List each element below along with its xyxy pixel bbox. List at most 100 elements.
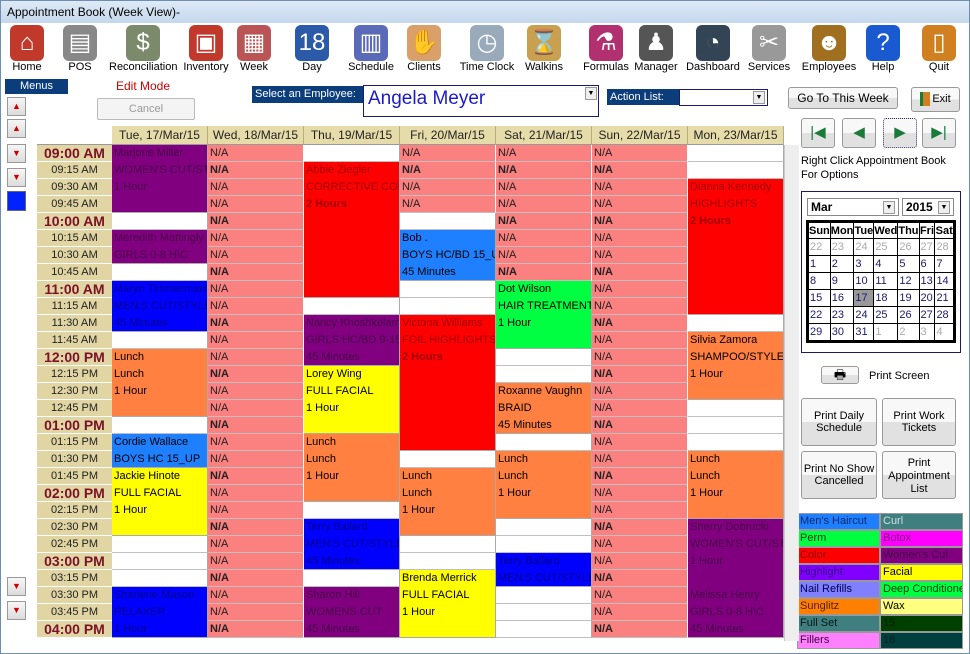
- day-header[interactable]: Mon, 23/Mar/15: [688, 126, 784, 145]
- unavailable-slot[interactable]: N/A: [208, 400, 304, 417]
- day-header[interactable]: Wed, 18/Mar/15: [208, 126, 304, 145]
- appointment-block[interactable]: Terry Ballard MEN'S CUT/STYLE 45 Minutes: [304, 519, 400, 570]
- unavailable-slot[interactable]: N/A: [592, 349, 688, 366]
- empty-slot[interactable]: [304, 502, 400, 519]
- go-to-this-week-button[interactable]: Go To This Week: [788, 87, 898, 109]
- appointment-block[interactable]: Roxanne Vaughn BRAID 45 Minutes: [496, 383, 592, 434]
- menus-label[interactable]: Menus: [5, 79, 68, 94]
- empty-slot[interactable]: [112, 570, 208, 587]
- empty-slot[interactable]: [496, 621, 592, 638]
- empty-slot[interactable]: [400, 536, 496, 553]
- unavailable-slot[interactable]: N/A: [592, 536, 688, 553]
- appointment-block[interactable]: Bob . BOYS HC/BD 15_U 45 Minutes: [400, 230, 496, 281]
- calendar-day[interactable]: 7: [934, 255, 954, 273]
- empty-slot[interactable]: [688, 417, 784, 434]
- unavailable-slot[interactable]: N/A: [208, 196, 304, 213]
- unavailable-slot[interactable]: N/A: [496, 264, 592, 281]
- calendar-day[interactable]: 31: [853, 323, 875, 341]
- appointment-block[interactable]: Abbie Ziegler CORRECTIVE COLO 2 Hours: [304, 162, 400, 298]
- empty-slot[interactable]: [304, 145, 400, 162]
- calendar-day[interactable]: 23: [829, 238, 855, 256]
- appointment-block[interactable]: Nancy Khoshkelam GIRLS HC/BD 9-15 45 Minut…: [304, 315, 400, 366]
- empty-slot[interactable]: [688, 162, 784, 179]
- unavailable-slot[interactable]: N/A: [496, 145, 592, 162]
- unavailable-slot[interactable]: N/A: [208, 434, 304, 451]
- empty-slot[interactable]: [496, 434, 592, 451]
- calendar-day[interactable]: 26: [897, 238, 920, 256]
- unavailable-slot[interactable]: N/A: [592, 162, 688, 179]
- unavailable-slot[interactable]: N/A: [400, 196, 496, 213]
- calendar-day[interactable]: 8: [808, 272, 831, 290]
- calendar-day[interactable]: 1: [873, 323, 899, 341]
- unavailable-slot[interactable]: N/A: [592, 485, 688, 502]
- unavailable-slot[interactable]: N/A: [208, 451, 304, 468]
- calendar-day[interactable]: 13: [918, 272, 936, 290]
- empty-slot[interactable]: [496, 366, 592, 383]
- calendar-day[interactable]: 5: [897, 255, 920, 273]
- unavailable-slot[interactable]: N/A: [208, 519, 304, 536]
- scroll-top-button[interactable]: ▲: [7, 97, 26, 116]
- calendar-day[interactable]: 24: [853, 306, 875, 324]
- empty-slot[interactable]: [112, 332, 208, 349]
- empty-slot[interactable]: [112, 536, 208, 553]
- unavailable-slot[interactable]: N/A: [208, 604, 304, 621]
- unavailable-slot[interactable]: N/A: [592, 587, 688, 604]
- unavailable-slot[interactable]: N/A: [592, 451, 688, 468]
- empty-slot[interactable]: [688, 145, 784, 162]
- toolbar-services-button[interactable]: ✂ Services: [746, 25, 792, 77]
- appointment-block[interactable]: Lorey Wing FULL FACIAL 1 Hour: [304, 366, 400, 434]
- calendar-day[interactable]: 25: [873, 306, 899, 324]
- calendar-day[interactable]: 14: [934, 272, 954, 290]
- week-appointment-grid[interactable]: Tue, 17/Mar/15 Wed, 18/Mar/15 Thu, 19/Mar/…: [37, 126, 799, 641]
- unavailable-slot[interactable]: N/A: [592, 281, 688, 298]
- calendar-day[interactable]: 6: [918, 255, 936, 273]
- unavailable-slot[interactable]: N/A: [592, 502, 688, 519]
- unavailable-slot[interactable]: N/A: [400, 162, 496, 179]
- calendar-day[interactable]: 28: [934, 306, 954, 324]
- grid-scrollbar[interactable]: [784, 145, 799, 641]
- unavailable-slot[interactable]: N/A: [208, 264, 304, 281]
- appointment-block[interactable]: Sherry Dobrucki WOMEN'S CUT/ST 1 Hour Melis…: [688, 519, 784, 638]
- unavailable-slot[interactable]: N/A: [592, 383, 688, 400]
- calendar-day-selected[interactable]: 17: [853, 289, 875, 307]
- appointment-block[interactable]: Sharon Hill WOMENS CUT 45 Minutes: [304, 587, 400, 638]
- unavailable-slot[interactable]: N/A: [592, 417, 688, 434]
- unavailable-slot[interactable]: N/A: [592, 315, 688, 332]
- calendar-day[interactable]: 16: [829, 289, 855, 307]
- calendar-day[interactable]: 2: [829, 255, 855, 273]
- day-header[interactable]: Sat, 21/Mar/15: [496, 126, 592, 145]
- calendar-day[interactable]: 19: [897, 289, 920, 307]
- chevron-down-icon[interactable]: ▼: [883, 201, 895, 214]
- unavailable-slot[interactable]: N/A: [496, 247, 592, 264]
- toolbar-dashboard-button[interactable]: ◔ Dashboard: [684, 25, 742, 77]
- unavailable-slot[interactable]: N/A: [208, 145, 304, 162]
- unavailable-slot[interactable]: N/A: [208, 468, 304, 485]
- empty-slot[interactable]: [496, 519, 592, 536]
- calendar-day[interactable]: 15: [808, 289, 831, 307]
- unavailable-slot[interactable]: N/A: [208, 213, 304, 230]
- appointment-block[interactable]: Lunch Lunch 1 Hour: [112, 349, 208, 417]
- toolbar-reconciliation-button[interactable]: $ Reconciliation: [109, 25, 177, 77]
- day-header[interactable]: Sun, 22/Mar/15: [592, 126, 688, 145]
- last-week-button[interactable]: ▶|: [922, 118, 956, 148]
- toolbar-help-button[interactable]: ? Help: [865, 25, 901, 77]
- next-week-button[interactable]: ▶: [883, 118, 917, 148]
- toolbar-formulas-button[interactable]: ⚗ Formulas: [581, 25, 631, 77]
- unavailable-slot[interactable]: N/A: [208, 230, 304, 247]
- empty-slot[interactable]: [304, 298, 400, 315]
- calendar-day[interactable]: 3: [918, 323, 936, 341]
- appointment-block[interactable]: Meredith Mattingly GIRLS 0-8 H\C: [112, 230, 208, 264]
- unavailable-slot[interactable]: N/A: [208, 383, 304, 400]
- calendar-day[interactable]: 25: [873, 238, 899, 256]
- appointment-block[interactable]: Dianna Kennedy HIGHLIGHTS 2 Hours: [688, 179, 784, 315]
- unavailable-slot[interactable]: N/A: [208, 621, 304, 638]
- calendar-day[interactable]: 12: [897, 272, 920, 290]
- calendar-day[interactable]: 24: [853, 238, 875, 256]
- calendar-day[interactable]: 2: [897, 323, 920, 341]
- calendar-day[interactable]: 22: [808, 306, 831, 324]
- chevron-down-icon[interactable]: ▼: [753, 91, 765, 104]
- unavailable-slot[interactable]: N/A: [592, 213, 688, 230]
- unavailable-slot[interactable]: N/A: [400, 179, 496, 196]
- empty-slot[interactable]: [304, 570, 400, 587]
- unavailable-slot[interactable]: N/A: [208, 536, 304, 553]
